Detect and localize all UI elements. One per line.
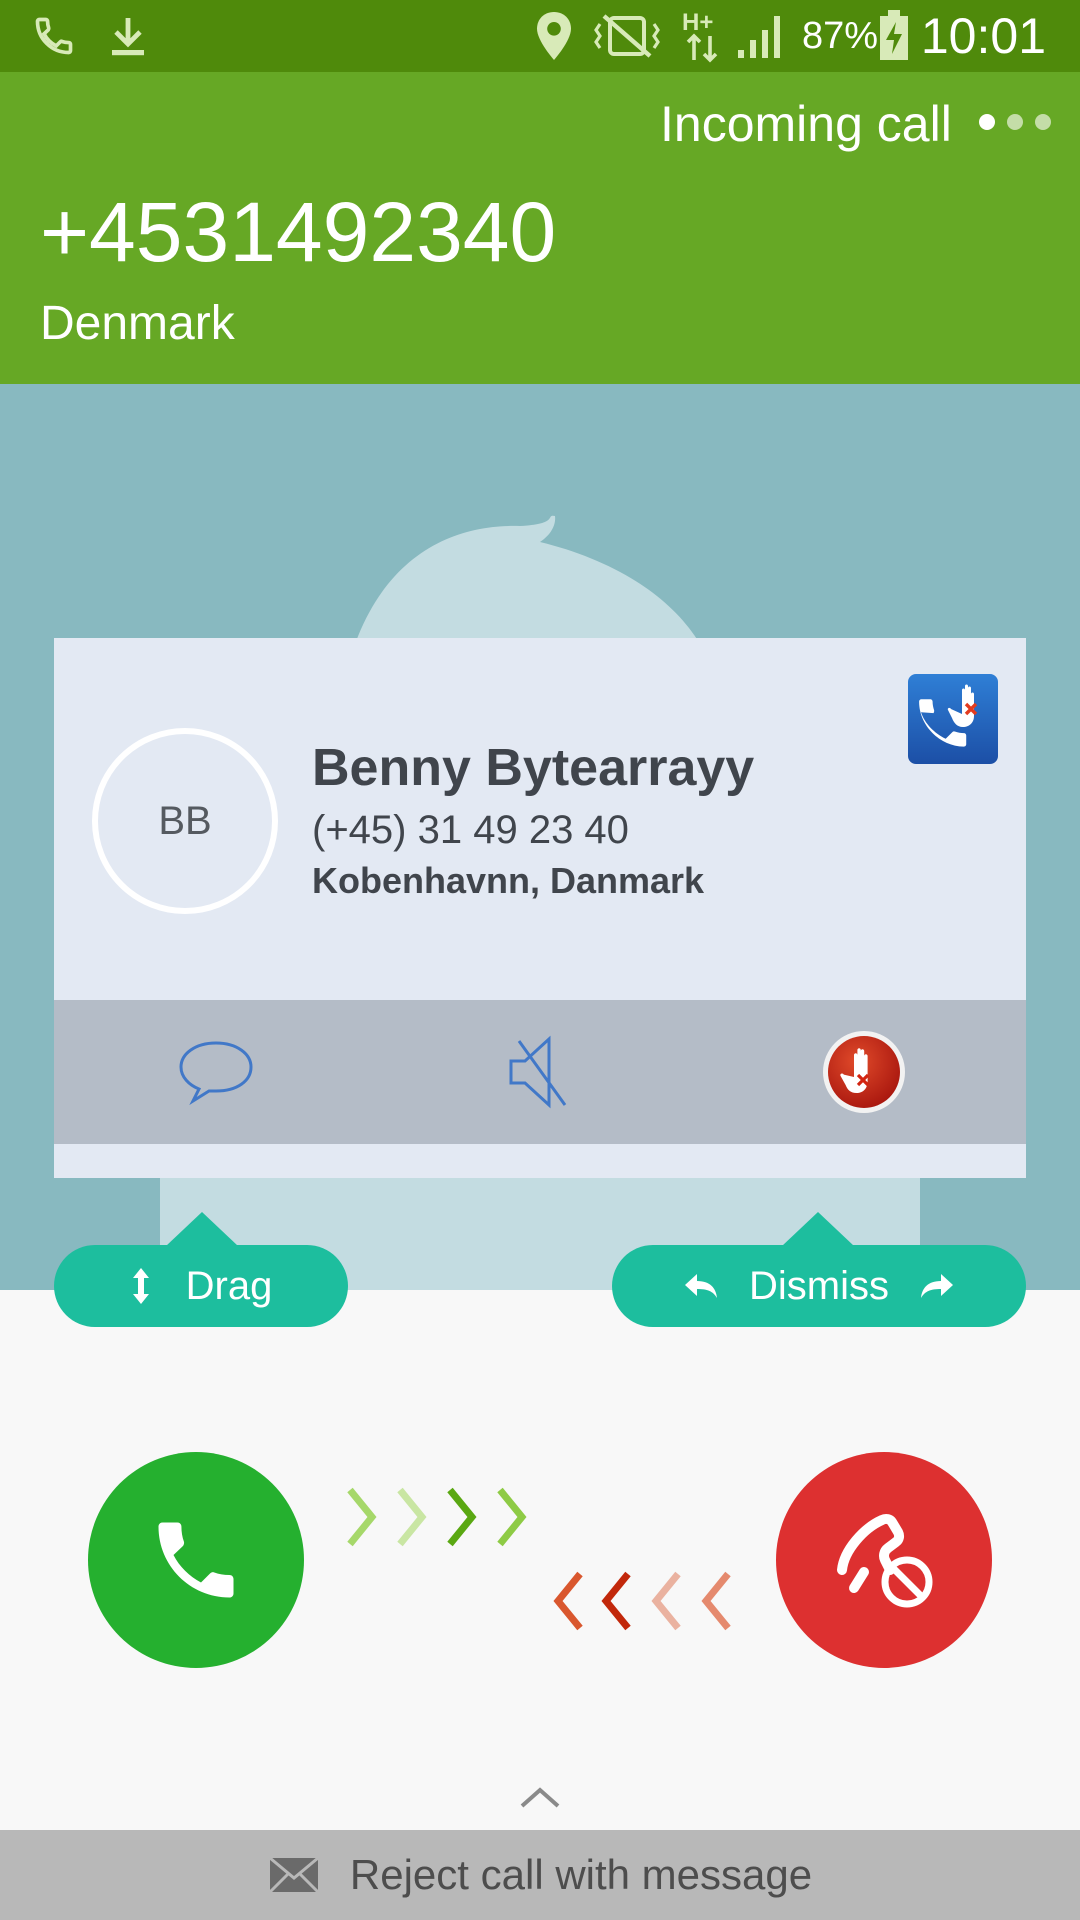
card-actions-bar: [54, 1000, 1026, 1144]
reject-with-message-label: Reject call with message: [349, 1851, 813, 1898]
caller-country: Denmark: [40, 297, 235, 350]
reject-with-message-bar[interactable]: Reject call with message: [0, 1830, 1080, 1920]
caller-number: +4531492340: [40, 185, 557, 279]
drag-button[interactable]: Drag: [54, 1245, 348, 1327]
dismiss-button[interactable]: Dismiss: [612, 1245, 1026, 1327]
envelope-icon: [268, 1856, 319, 1894]
dismiss-pill-pointer: [782, 1212, 854, 1246]
call-status: Incoming call: [660, 96, 952, 152]
status-bar: H+ 87% 10:01: [0, 0, 1080, 72]
vibrate-off-icon: [594, 14, 660, 58]
accept-call-button[interactable]: [88, 1452, 304, 1668]
avatar-initials: BB: [158, 798, 212, 843]
phone-icon: [35, 17, 73, 55]
message-button[interactable]: [166, 1024, 266, 1120]
decline-call-button[interactable]: [776, 1452, 992, 1668]
clock: 10:01: [920, 8, 1046, 64]
mute-button[interactable]: [490, 1024, 590, 1120]
svg-text:H+: H+: [682, 9, 713, 36]
hplus-data-icon: H+: [682, 9, 718, 63]
mute-icon: [509, 1035, 567, 1109]
avatar: BB: [92, 728, 278, 914]
phone-icon: [158, 1522, 234, 1598]
swipe-right-icon: [920, 1274, 953, 1298]
contact-card[interactable]: BB Benny Bytearrayy (+45) 31 49 23 40 Ko…: [54, 638, 1026, 1178]
vertical-arrows-icon: [132, 1268, 149, 1304]
call-header: Incoming call +4531492340 Denmark: [0, 72, 1080, 384]
end-call-icon: [837, 1513, 933, 1608]
drag-pill-pointer: [166, 1212, 238, 1246]
decline-swipe-chevrons: [553, 1571, 731, 1631]
battery-charging-icon: [880, 10, 908, 60]
contact-name: Benny Bytearrayy: [312, 739, 755, 797]
accept-swipe-chevrons: [347, 1487, 527, 1547]
message-icon: [179, 1041, 253, 1105]
contact-location: Kobenhavnn, Danmark: [312, 860, 705, 901]
page-indicator-dots: [979, 114, 1051, 130]
swipe-left-icon: [685, 1274, 717, 1298]
block-button[interactable]: [814, 1024, 914, 1120]
block-icon: [823, 1031, 905, 1113]
dismiss-label: Dismiss: [749, 1263, 889, 1308]
signal-icon: [738, 16, 780, 58]
battery-percentage: 87%: [802, 15, 879, 57]
location-icon: [537, 12, 571, 60]
contact-phone: (+45) 31 49 23 40: [312, 808, 629, 852]
chevron-up-icon[interactable]: [518, 1786, 562, 1810]
download-icon: [112, 18, 144, 56]
drag-label: Drag: [185, 1263, 273, 1308]
call-blocker-app-icon[interactable]: [908, 674, 998, 764]
